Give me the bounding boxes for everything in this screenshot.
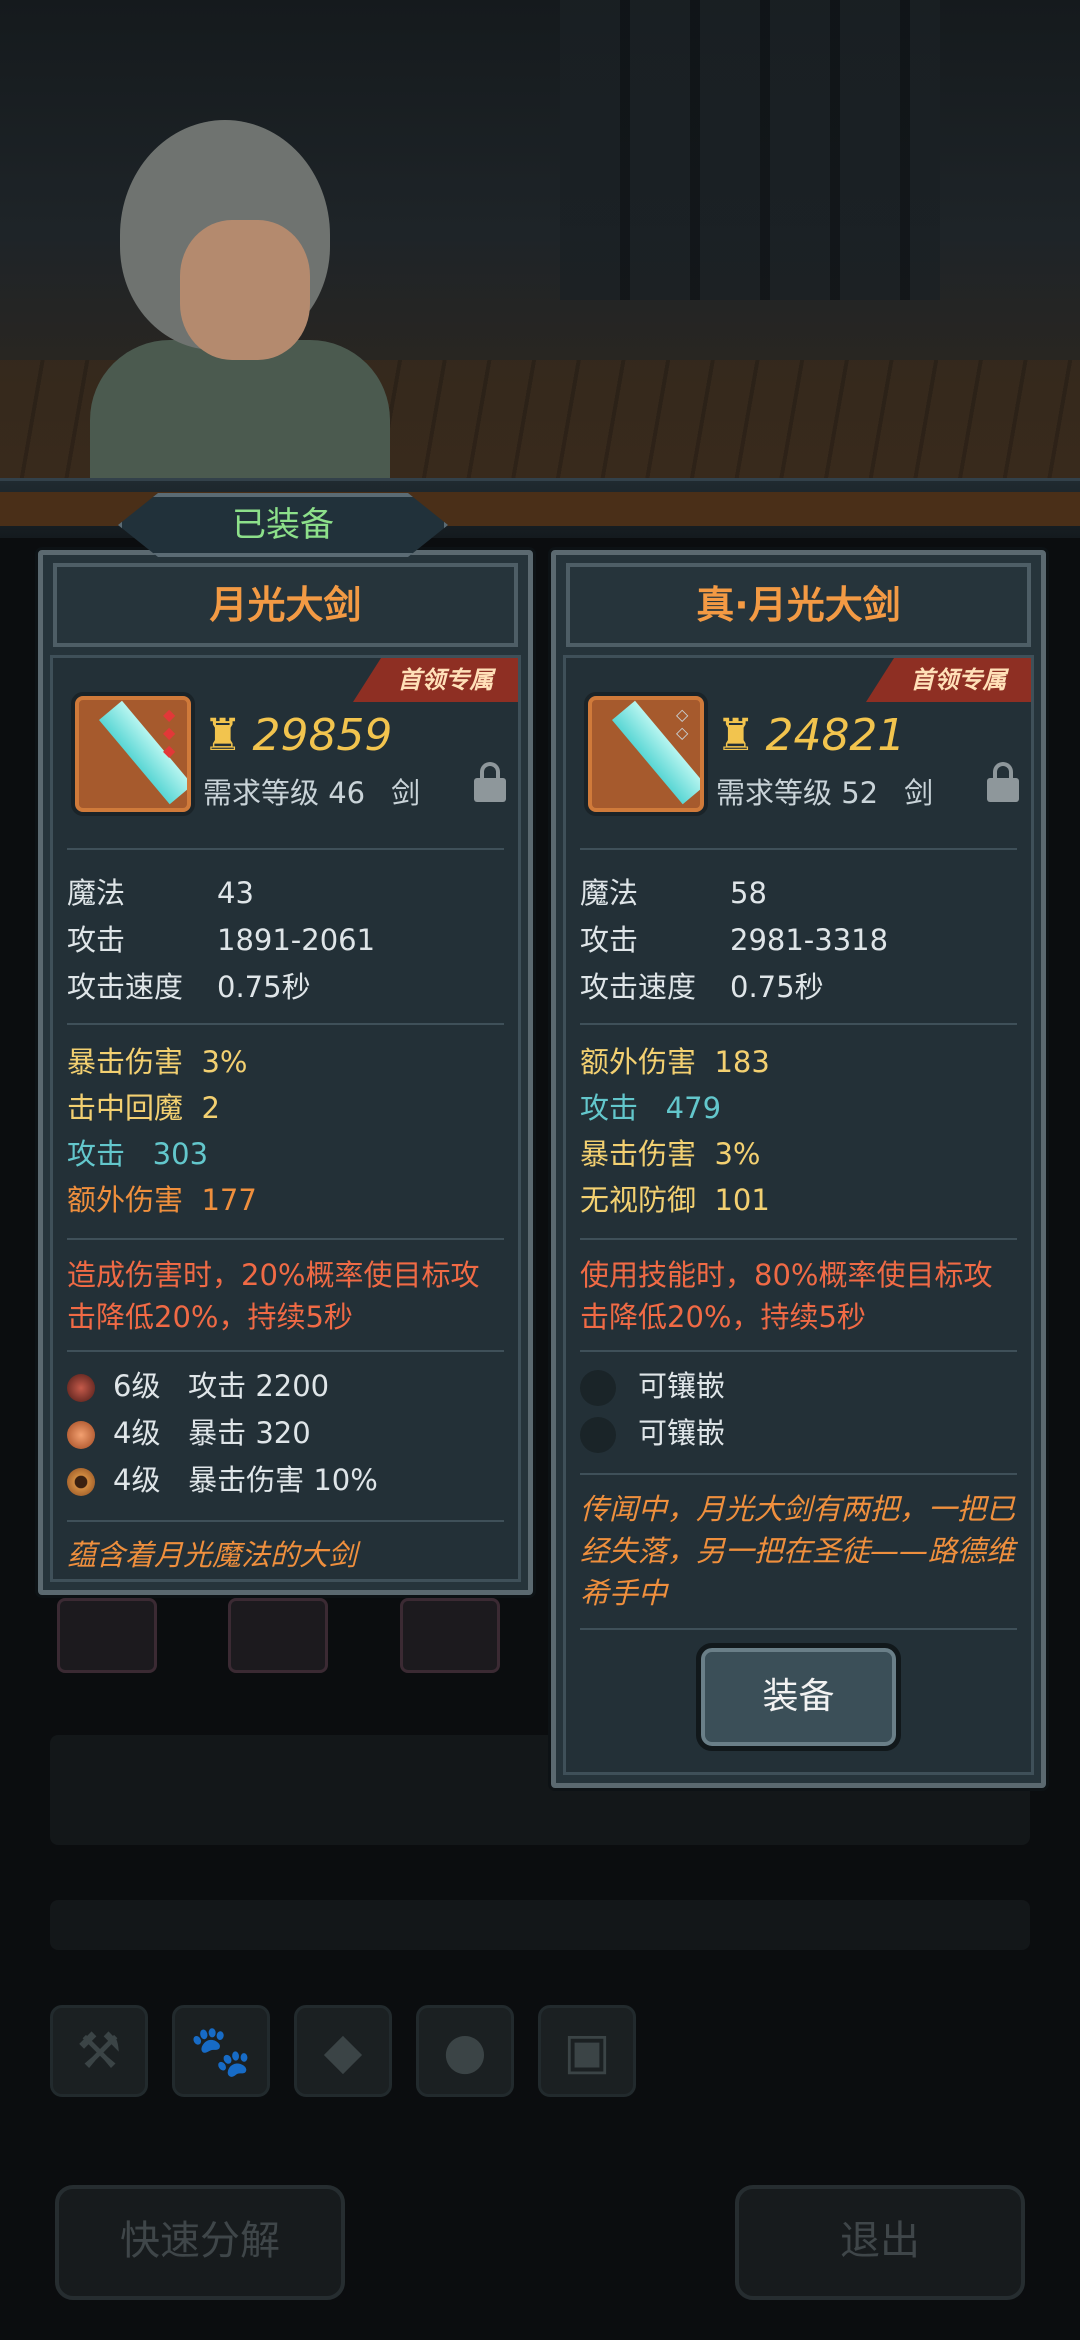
power-score: ♜ 29859: [203, 710, 393, 761]
extra-stat-row: 攻击 479: [580, 1091, 722, 1125]
diamond-icon[interactable]: ◆: [294, 2005, 392, 2097]
socket-icon: [580, 1417, 616, 1453]
equipped-item-panel: 月光大剑 首领专属 ◆ ◆ ◆ ♜ 29859 需求等级 46 剑 魔法 43 攻击 189…: [38, 550, 533, 1595]
boss-exclusive-badge: 首领专属: [866, 658, 1031, 702]
sword-item-icon: ◆ ◆ ◆: [75, 696, 191, 812]
divider: [67, 1023, 504, 1025]
power-score: ♜ 24821: [716, 710, 906, 761]
stat-row: 攻击速度 0.75秒: [67, 970, 311, 1004]
extra-stat-row: 攻击 303: [67, 1137, 209, 1171]
stat-row: 魔法 43: [67, 876, 254, 910]
stat-row: 魔法 58: [580, 876, 767, 910]
egg-icon[interactable]: ●: [416, 2005, 514, 2097]
item-details: 首领专属 ◇ ◇ ♜ 24821 需求等级 52 剑 魔法 58 攻击 2981-3318…: [563, 655, 1034, 1775]
extra-stat-row: 暴击伤害 3%: [67, 1045, 248, 1079]
power-icon: ♜: [203, 710, 243, 761]
inventory-slot[interactable]: [228, 1598, 328, 1673]
special-effect-text: 使用技能时，80%概率使目标攻击降低20%，持续5秒: [580, 1258, 993, 1334]
divider: [580, 1238, 1017, 1240]
required-level: 需求等级 52 剑: [716, 776, 934, 810]
amber-gem-icon: [67, 1468, 95, 1496]
stat-row: 攻击 2981-3318: [580, 923, 889, 957]
item-title: 月光大剑: [53, 563, 518, 647]
inventory-slot[interactable]: [400, 1598, 500, 1673]
gem-row: 4级 暴击 320: [67, 1413, 311, 1453]
flavor-text: 传闻中，月光大剑有两把，一把已经失落，另一把在圣徒——路德维希手中: [580, 1492, 1016, 1610]
chest-icon[interactable]: ▣: [538, 2005, 636, 2097]
divider: [580, 1023, 1017, 1025]
empty-socket-row[interactable]: 可镶嵌: [580, 1413, 725, 1453]
extra-stat-row: 额外伤害 177: [67, 1183, 257, 1217]
divider: [67, 848, 504, 850]
boss-exclusive-badge: 首领专属: [353, 658, 518, 702]
equip-button[interactable]: 装备: [696, 1643, 901, 1751]
divider: [580, 848, 1017, 850]
power-icon: ♜: [716, 710, 756, 761]
socket-icon: [580, 1370, 616, 1406]
special-effect-text: 造成伤害时，20%概率使目标攻击降低20%，持续5秒: [67, 1258, 480, 1334]
flavor-text: 蕴含着月光魔法的大剑: [67, 1538, 358, 1572]
divider: [580, 1473, 1017, 1475]
item-title: 真·月光大剑: [566, 563, 1031, 647]
extra-stat-row: 无视防御 101: [580, 1183, 770, 1217]
hero-character-art: [70, 120, 400, 510]
extra-stat-row: 暴击伤害 3%: [580, 1137, 761, 1171]
sword-item-icon: ◇ ◇: [588, 696, 704, 812]
extra-stat-row: 击中回魔 2: [67, 1091, 220, 1125]
equipped-tab-label: 已装备: [232, 505, 334, 545]
red-gem-icon: [67, 1374, 95, 1402]
stat-row: 攻击速度 0.75秒: [580, 970, 824, 1004]
stat-row: 攻击 1891-2061: [67, 923, 376, 957]
extra-stat-row: 额外伤害 183: [580, 1045, 770, 1079]
divider: [67, 1520, 504, 1522]
divider: [580, 1350, 1017, 1352]
divider: [67, 1238, 504, 1240]
gem-row: 6级 攻击 2200: [67, 1366, 329, 1406]
compare-item-panel: 真·月光大剑 首领专属 ◇ ◇ ♜ 24821 需求等级 52 剑 魔法 58 攻击 29…: [551, 550, 1046, 1788]
orange-gem-icon: [67, 1421, 95, 1449]
gem-row: 4级 暴击伤害 10%: [67, 1460, 378, 1500]
lock-icon[interactable]: [474, 762, 506, 802]
quick-decompose-button[interactable]: 快速分解: [55, 2185, 345, 2300]
inventory-grid-row: [50, 1900, 1030, 1950]
background-window: [560, 0, 940, 300]
divider: [580, 1628, 1017, 1630]
background-scene: [0, 0, 1080, 520]
paw-icon[interactable]: 🐾: [172, 2005, 270, 2097]
divider: [67, 1350, 504, 1352]
lock-icon[interactable]: [987, 762, 1019, 802]
exit-button[interactable]: 退出: [735, 2185, 1025, 2300]
required-level: 需求等级 46 剑: [203, 776, 421, 810]
item-details: 首领专属 ◆ ◆ ◆ ♜ 29859 需求等级 46 剑 魔法 43 攻击 1891-206…: [50, 655, 521, 1582]
hammer-icon[interactable]: ⚒: [50, 2005, 148, 2097]
empty-socket-row[interactable]: 可镶嵌: [580, 1366, 725, 1406]
inventory-slot[interactable]: [57, 1598, 157, 1673]
